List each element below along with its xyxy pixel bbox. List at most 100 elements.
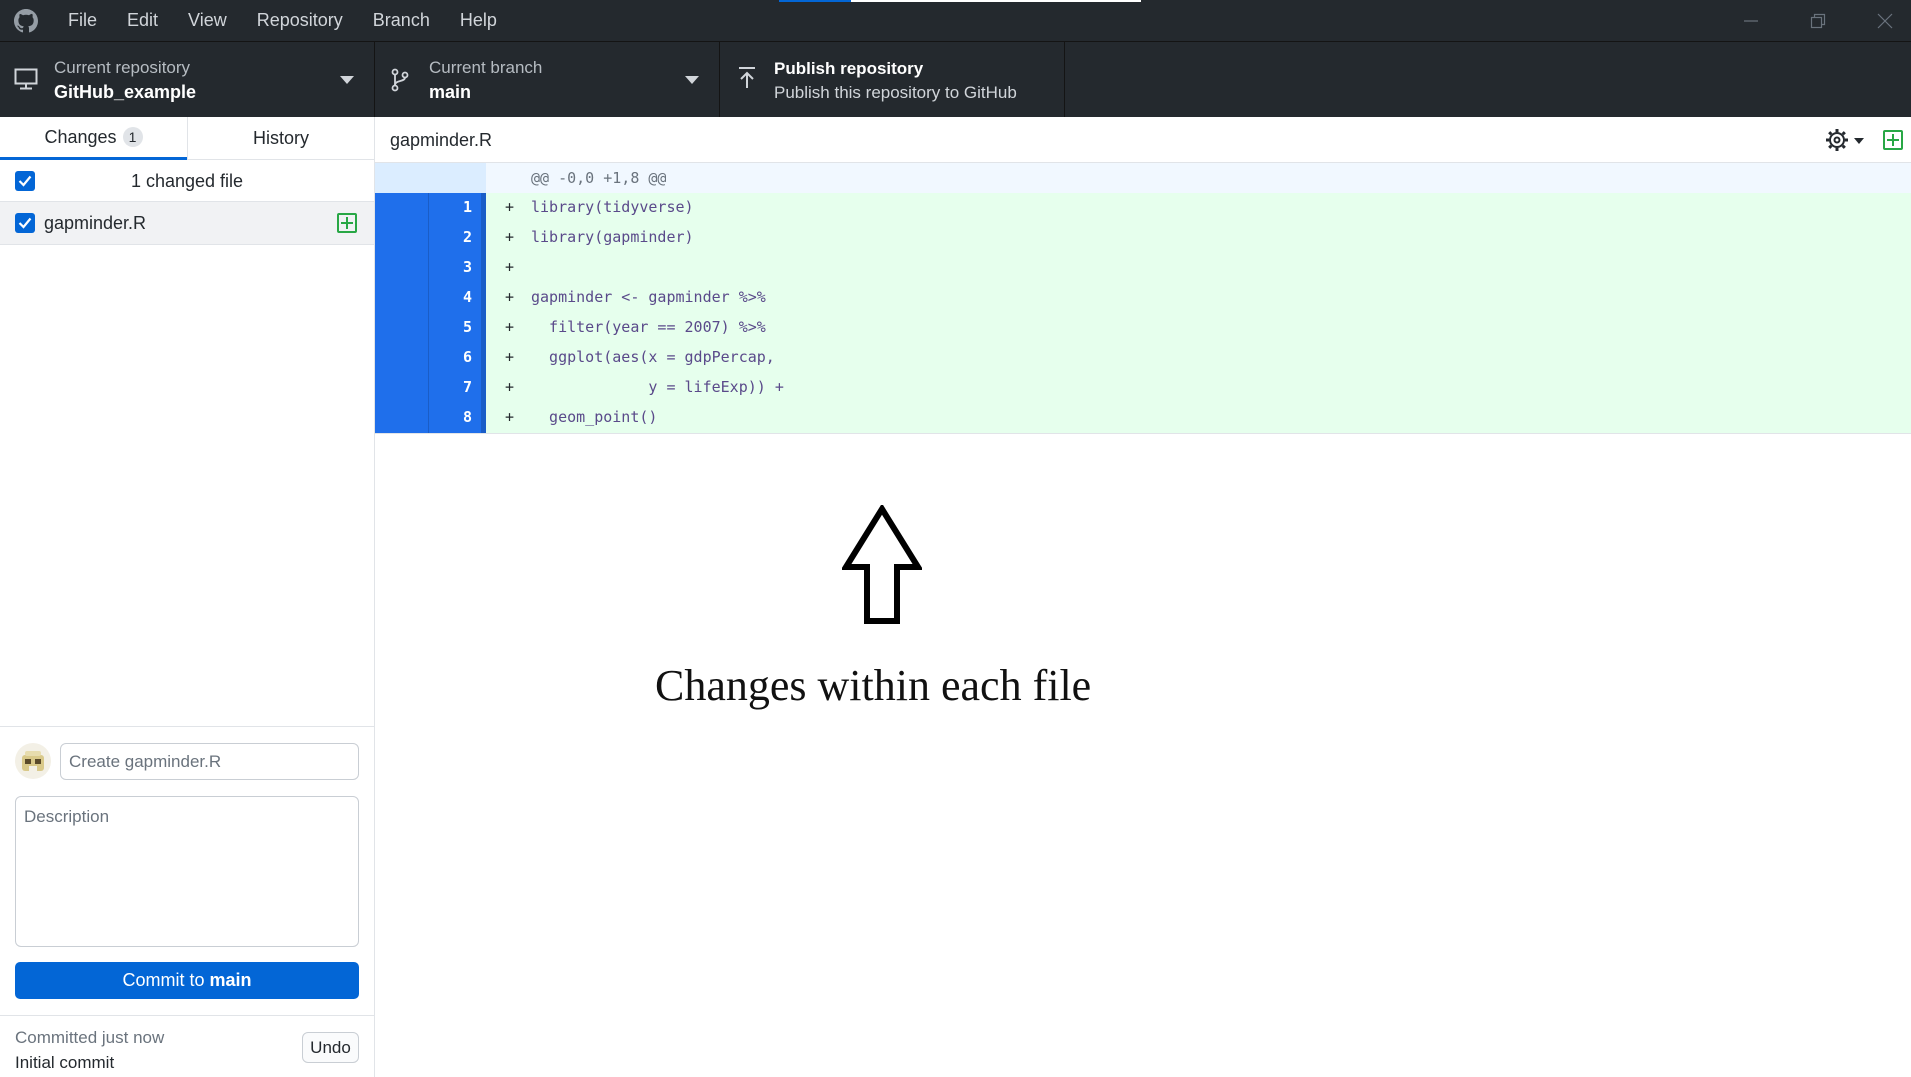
commit-button[interactable]: Commit to main <box>15 962 359 999</box>
diff-line[interactable]: 8 + geom_point() <box>375 403 1911 433</box>
diff-sign: + <box>505 318 515 336</box>
diff-sign: + <box>505 258 515 276</box>
minimize-icon <box>1744 20 1758 22</box>
changed-file-row[interactable]: gapminder.R <box>0 202 374 245</box>
upload-icon <box>739 67 755 88</box>
menu-bar: File Edit View Repository Branch Help <box>68 0 527 41</box>
diff-file-path: gapminder.R <box>390 130 493 150</box>
code-text: filter(year == 2007) %>% <box>531 318 766 336</box>
menu-branch[interactable]: Branch <box>373 10 430 31</box>
sidebar-tabs: Changes 1 History <box>0 117 374 160</box>
repository-name: GitHub_example <box>54 82 197 102</box>
line-number: 1 <box>462 198 472 216</box>
hunk-header: @@ -0,0 +1,8 @@ <box>375 163 1911 193</box>
branch-name: main <box>429 82 472 102</box>
diff-lines: 1 + library(tidyverse) 2 + library(gapminder… <box>375 193 1911 433</box>
line-number: 7 <box>462 378 472 396</box>
code-text: gapminder <- gapminder %>% <box>531 288 766 306</box>
diff-settings-button[interactable] <box>1825 127 1871 158</box>
title-bar: File Edit View Repository Branch Help <box>0 0 1911 41</box>
hunk-header-text: @@ -0,0 +1,8 @@ <box>531 169 667 187</box>
code-text: ggplot(aes(x = gdpPercap, <box>531 348 775 366</box>
menu-view[interactable]: View <box>188 10 227 31</box>
progress-indicator <box>779 0 851 2</box>
close-button[interactable] <box>1872 8 1898 34</box>
commit-form <box>0 726 374 976</box>
diff-divider <box>375 433 1911 434</box>
avatar <box>15 743 51 779</box>
line-number: 5 <box>462 318 472 336</box>
diff-line[interactable]: 5 + filter(year == 2007) %>% <box>375 313 1911 343</box>
diff-sign: + <box>505 348 515 366</box>
commit-summary-input[interactable] <box>60 743 359 780</box>
branch-selector[interactable]: Current branch main <box>375 42 720 118</box>
computer-icon <box>14 68 38 90</box>
diff-line[interactable]: 6 + ggplot(aes(x = gdpPercap, <box>375 343 1911 373</box>
tab-changes-label: Changes <box>44 126 117 147</box>
github-logo-icon <box>14 9 38 33</box>
publish-description: Publish this repository to GitHub <box>774 83 1017 102</box>
commit-button-label: Commit to <box>122 970 205 990</box>
last-commit-time: Committed just now <box>15 1028 165 1047</box>
code-text: library(tidyverse) <box>531 198 694 216</box>
publish-repository-button[interactable]: Publish repository Publish this reposito… <box>720 42 1065 118</box>
close-icon <box>1877 13 1893 29</box>
changed-file-name: gapminder.R <box>44 213 147 233</box>
diff-line[interactable]: 7 + y = lifeExp)) + <box>375 373 1911 403</box>
diff-sign: + <box>505 408 515 426</box>
commit-button-branch: main <box>209 970 252 990</box>
publish-title: Publish repository <box>774 59 924 78</box>
diff-sign: + <box>505 228 515 246</box>
progress-track <box>851 0 1141 2</box>
repository-selector[interactable]: Current repository GitHub_example <box>0 42 375 118</box>
annotation-caption: Changes within each file <box>655 661 1092 710</box>
minimize-button[interactable] <box>1738 8 1764 34</box>
changes-count-badge: 1 <box>122 127 143 147</box>
code-text: geom_point() <box>531 408 658 426</box>
last-commit-panel: Committed just now Initial commit Undo <box>0 1015 374 1077</box>
diff-sign: + <box>505 198 515 216</box>
avatar-icon <box>22 751 44 771</box>
branch-label: Current branch <box>429 58 543 77</box>
menu-repository[interactable]: Repository <box>257 10 343 31</box>
menu-edit[interactable]: Edit <box>127 10 158 31</box>
line-number: 3 <box>462 258 472 276</box>
code-text: library(gapminder) <box>531 228 694 246</box>
file-include-checkbox[interactable] <box>15 213 35 233</box>
undo-button[interactable]: Undo <box>302 1032 359 1063</box>
diff-sign: + <box>505 378 515 396</box>
code-text: y = lifeExp)) + <box>531 378 784 396</box>
diff-header: gapminder.R <box>375 117 1911 163</box>
restore-icon <box>1810 13 1826 29</box>
expand-file-icon[interactable] <box>1883 130 1903 150</box>
hunk-gutter <box>375 163 486 193</box>
chevron-down-icon <box>340 76 354 84</box>
last-commit-message: Initial commit <box>15 1053 115 1072</box>
changed-files-header: 1 changed file <box>0 160 374 202</box>
checkmark-icon <box>18 217 32 229</box>
tab-history-label: History <box>252 128 309 148</box>
commit-description-input[interactable] <box>15 796 359 947</box>
file-added-icon <box>337 213 357 233</box>
repository-label: Current repository <box>54 58 191 77</box>
tab-history[interactable]: History <box>187 117 374 160</box>
diff-line[interactable]: 2 + library(gapminder) <box>375 223 1911 253</box>
tab-changes[interactable]: Changes 1 <box>0 117 187 160</box>
diff-line[interactable]: 3 + <box>375 253 1911 283</box>
chevron-down-icon <box>685 76 699 84</box>
diff-sign: + <box>505 288 515 306</box>
menu-file[interactable]: File <box>68 10 97 31</box>
restore-button[interactable] <box>1805 8 1831 34</box>
up-arrow-icon <box>842 505 922 624</box>
diff-line[interactable]: 4 + gapminder <- gapminder %>% <box>375 283 1911 313</box>
branch-icon <box>391 68 409 92</box>
line-number: 8 <box>462 408 472 426</box>
line-number: 2 <box>462 228 472 246</box>
changed-files-count: 1 changed file <box>130 171 244 191</box>
toolbar: Current repository GitHub_example Curren… <box>0 41 1911 118</box>
gear-icon <box>1826 129 1864 151</box>
line-number: 6 <box>462 348 472 366</box>
diff-line[interactable]: 1 + library(tidyverse) <box>375 193 1911 223</box>
menu-help[interactable]: Help <box>460 10 497 31</box>
line-number: 4 <box>462 288 472 306</box>
